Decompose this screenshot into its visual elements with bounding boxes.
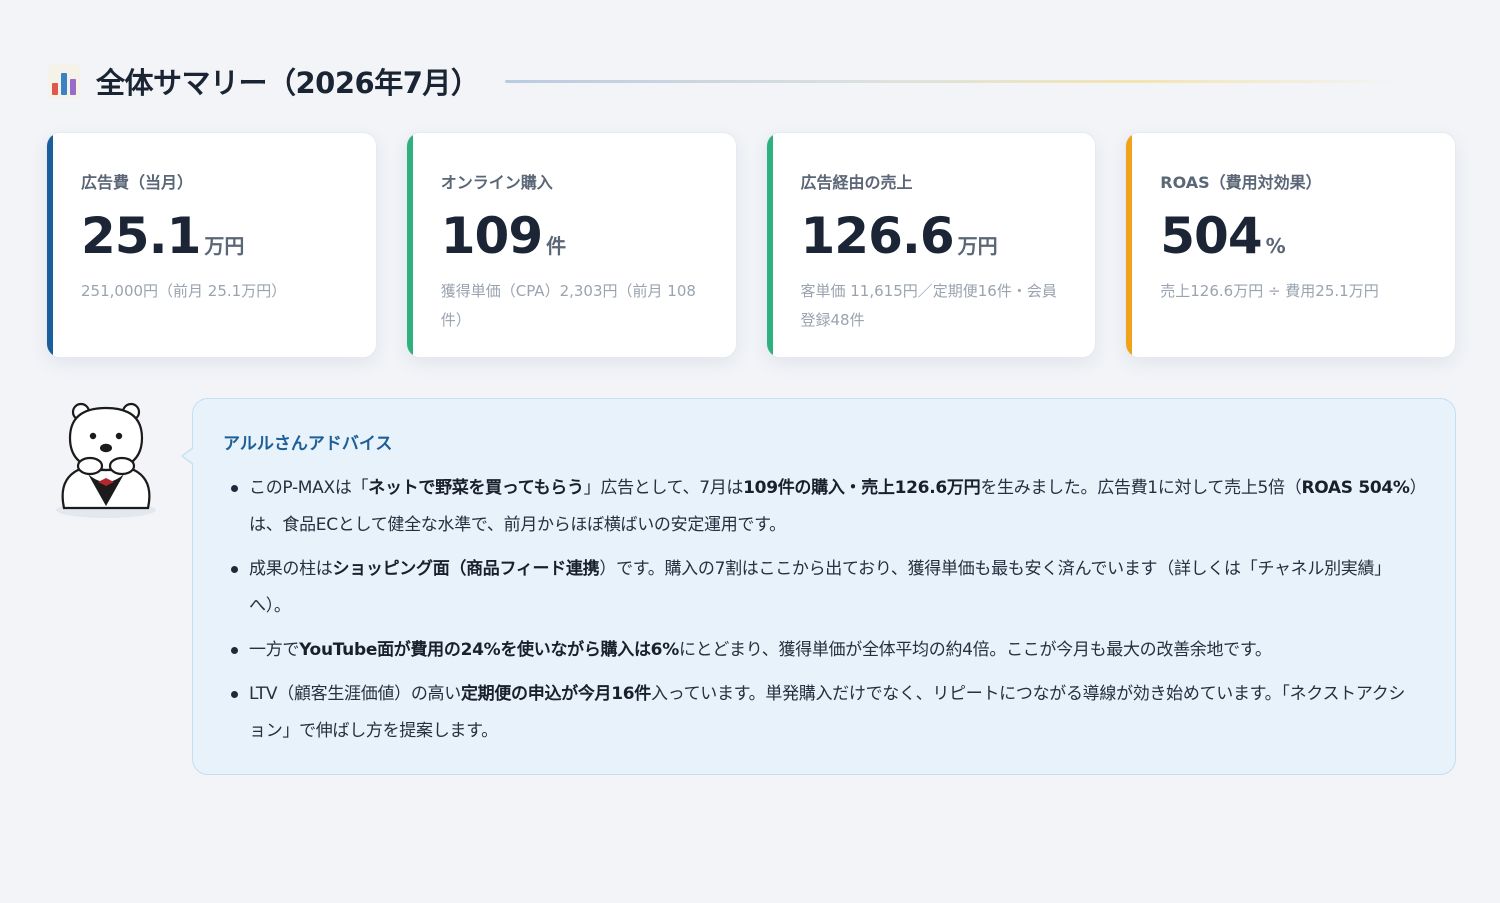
bubble-tail: [181, 447, 194, 465]
kpi-label: オンライン購入: [440, 173, 553, 192]
kpi-label: 広告経由の売上: [800, 173, 913, 192]
kpi-card-roas: ROAS（費用対効果） 504 % 売上126.6万円 ÷ 費用25.1万円: [1125, 132, 1456, 358]
title-divider: [505, 79, 1402, 83]
kpi-subtext: 売上126.6万円 ÷ 費用25.1万円: [1160, 282, 1379, 300]
kpi-value: 25.1: [81, 207, 201, 265]
advice-bubble: アルルさんアドバイス このP-MAXは「ネットで野菜を買ってもらう」広告として、…: [181, 398, 1456, 775]
advice-emphasis: YouTube面が費用の24%を使いながら購入は6%: [299, 640, 679, 660]
advice-emphasis: ショッピング面（商品フィード連携: [332, 559, 600, 579]
kpi-subtext: 獲得単価（CPA）2,303円（前月 108件）: [440, 282, 696, 329]
advice-item: このP-MAXは「ネットで野菜を買ってもらう」広告として、7月は109件の購入・…: [223, 470, 1421, 544]
kpi-value: 126.6: [800, 207, 955, 265]
advice-text: 一方で: [249, 640, 300, 660]
kpi-unit: 万円: [957, 234, 998, 258]
kpi-card-ad-revenue: 広告経由の売上 126.6 万円 客単価 11,615円／定期便16件・会員登録…: [765, 132, 1097, 358]
advice-item: 一方でYouTube面が費用の24%を使いながら購入は6%にとどまり、獲得単価が…: [223, 632, 1421, 669]
advice-emphasis: ROAS 504%: [1301, 478, 1410, 498]
bar-chart-icon: [48, 64, 80, 98]
advice-text: を生みました。広告費1に対して売上5倍（: [980, 478, 1302, 498]
kpi-subtext: 客単価 11,615円／定期便16件・会員登録48件: [800, 282, 1057, 329]
summary-page: 全体サマリー（2026年7月） 広告費（当月） 25.1 万円 251,000円…: [0, 0, 1500, 903]
advice-item: LTV（顧客生涯価値）の高い定期便の申込が今月16件入っています。単発購入だけで…: [223, 676, 1421, 750]
kpi-label: 広告費（当月）: [81, 173, 194, 192]
advice-emphasis: ネットで野菜を買ってもらう: [368, 478, 584, 498]
kpi-unit: 万円: [204, 234, 245, 258]
kpi-value: 504: [1160, 207, 1262, 265]
advice-text: 」広告として、7月は: [583, 478, 744, 498]
advice-text: このP-MAXは「: [249, 478, 369, 498]
advice-item: 成果の柱はショッピング面（商品フィード連携）です。購入の7割はここから出ており、…: [223, 551, 1421, 625]
advice-list: このP-MAXは「ネットで野菜を買ってもらう」広告として、7月は109件の購入・…: [223, 470, 1421, 750]
page-title: 全体サマリー（2026年7月）: [96, 66, 480, 100]
kpi-label: ROAS（費用対効果）: [1160, 173, 1322, 192]
kpi-card-ad-spend: 広告費（当月） 25.1 万円 251,000円（前月 25.1万円）: [46, 132, 377, 358]
kpi-card-row: 広告費（当月） 25.1 万円 251,000円（前月 25.1万円） オンライ…: [46, 132, 1456, 358]
kpi-value: 109: [440, 207, 543, 265]
advice-text: にとどまり、獲得単価が全体平均の約4倍。ここが今月も最大の改善余地です。: [678, 640, 1272, 660]
advice-title: アルルさんアドバイス: [223, 434, 393, 454]
kpi-unit: %: [1265, 234, 1286, 258]
kpi-card-online-purchases: オンライン購入 109 件 獲得単価（CPA）2,303円（前月 108件）: [405, 132, 737, 358]
kpi-unit: 件: [546, 234, 567, 258]
advice-emphasis: 109件の購入・売上126.6万円: [743, 478, 981, 498]
polar-bear-mascot-icon: [44, 398, 168, 522]
advice-emphasis: 定期便の申込が今月16件: [460, 684, 652, 704]
kpi-subtext: 251,000円（前月 25.1万円）: [81, 282, 287, 300]
section-header: 全体サマリー（2026年7月）: [48, 58, 1458, 104]
advice-text: LTV（顧客生涯価値）の高い: [249, 684, 461, 704]
advice-text: 成果の柱は: [249, 559, 333, 579]
